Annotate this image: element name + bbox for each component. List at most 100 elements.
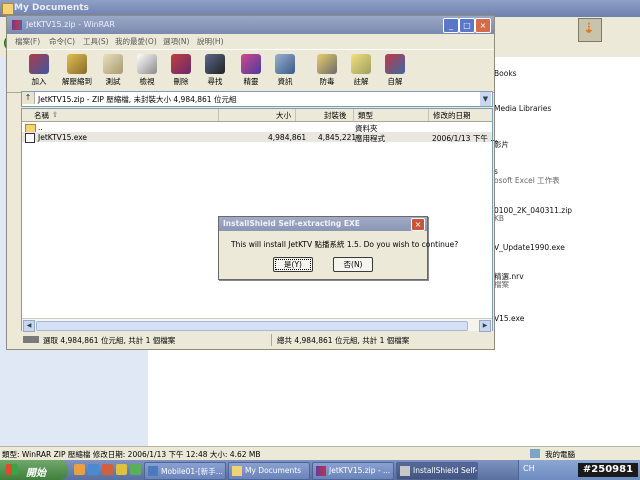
sfx-icon xyxy=(385,54,405,74)
cell-modified: 2006/1/13 下午 ... xyxy=(432,134,498,143)
quicklaunch-icon[interactable] xyxy=(102,464,113,475)
sort-up-icon: ⇧ xyxy=(52,110,59,119)
no-button[interactable]: 否(N) xyxy=(333,257,373,272)
folder-icon xyxy=(2,3,14,15)
file-item[interactable]: Books xyxy=(494,69,517,78)
delete-button[interactable]: 刪除 xyxy=(163,52,199,90)
wizard-icon xyxy=(241,54,261,74)
quicklaunch-icon[interactable] xyxy=(116,464,127,475)
archive-path-text: JetKTV15.zip - ZIP 壓縮檔, 未封裝大小 4,984,861 … xyxy=(38,95,237,104)
quicklaunch-icon[interactable] xyxy=(74,464,85,475)
chevron-down-icon: ⇣ xyxy=(583,21,595,37)
find-button[interactable]: 尋找 xyxy=(197,52,233,90)
scroll-right-icon[interactable]: ▶ xyxy=(479,320,491,332)
menu-tools[interactable]: 工具(S) xyxy=(83,36,109,47)
column-packed[interactable]: 封裝後 xyxy=(324,110,347,121)
ime-indicator[interactable]: CH xyxy=(523,464,535,473)
menu-command[interactable]: 命令(C) xyxy=(49,36,75,47)
virus-scan-button[interactable]: 防毒 xyxy=(309,52,345,90)
winrar-title: JetKTV15.zip - WinRAR xyxy=(26,20,115,29)
column-divider[interactable] xyxy=(353,109,354,121)
column-modified[interactable]: 修改的日期 xyxy=(433,110,471,121)
add-icon xyxy=(29,54,49,74)
cell-name: JetKTV15.exe xyxy=(38,133,88,142)
status-divider xyxy=(271,334,272,346)
start-label: 開始 xyxy=(26,468,46,479)
cell-packed: 4,845,221 xyxy=(318,133,357,142)
minimize-button[interactable]: _ xyxy=(443,18,459,33)
view-icon xyxy=(137,54,157,74)
status-text: 類型: WinRAR ZIP 壓縮檔 修改日期: 2006/1/13 下午 12… xyxy=(2,450,261,459)
winrar-window: JetKTV15.zip - WinRAR _ □ × 檔案(F) 命令(C) … xyxy=(6,15,497,350)
windows-logo-icon xyxy=(6,464,18,475)
column-size[interactable]: 大小 xyxy=(276,110,291,121)
wizard-button[interactable]: 精靈 xyxy=(233,52,269,90)
dialog-message: This will install JetKTV 點播系統 1.5. Do yo… xyxy=(231,240,459,249)
view-button[interactable]: 檢視 xyxy=(129,52,165,90)
dialog-titlebar[interactable]: InstallShield Self-extracting EXE × xyxy=(219,217,427,231)
explorer-statusbar: 類型: WinRAR ZIP 壓縮檔 修改日期: 2006/1/13 下午 12… xyxy=(0,446,640,461)
column-divider[interactable] xyxy=(428,109,429,121)
list-header: 名稱 ⇧ 大小 封裝後 類型 修改的日期 xyxy=(22,109,492,122)
scroll-thumb[interactable] xyxy=(36,321,468,331)
watermark-label: #250981 xyxy=(578,463,638,477)
winrar-menubar: 檔案(F) 命令(C) 工具(S) 我的最愛(O) 選項(N) 說明(H) xyxy=(7,34,494,48)
file-item-detail: KB xyxy=(494,214,505,223)
close-button[interactable]: × xyxy=(475,18,491,33)
task-installshield[interactable]: InstallShield Self-... xyxy=(396,462,478,480)
column-divider[interactable] xyxy=(218,109,219,121)
file-item[interactable]: V_Update1990.exe xyxy=(494,243,565,252)
close-button[interactable]: × xyxy=(411,218,425,231)
menu-options[interactable]: 選項(N) xyxy=(163,36,189,47)
column-type[interactable]: 類型 xyxy=(358,110,373,121)
sfx-button[interactable]: 自解 xyxy=(377,52,413,90)
scroll-left-icon[interactable]: ◀ xyxy=(23,320,35,332)
file-item[interactable]: Media Libraries xyxy=(494,104,551,113)
folder-icon xyxy=(232,466,242,476)
exe-file-icon xyxy=(25,133,35,143)
yes-button[interactable]: 是(Y) xyxy=(273,257,313,272)
task-my-documents[interactable]: My Documents xyxy=(228,462,310,480)
cell-name: .. xyxy=(38,123,43,132)
table-row[interactable]: .. 資料夾 xyxy=(22,122,492,133)
comment-icon xyxy=(351,54,371,74)
cell-size: 4,984,861 xyxy=(268,133,307,142)
binoculars-icon xyxy=(205,54,225,74)
column-name[interactable]: 名稱 xyxy=(34,110,49,121)
archive-path-bar: ↑ JetKTV15.zip - ZIP 壓縮檔, 未封裝大小 4,984,86… xyxy=(21,91,493,107)
my-documents-title: My Documents xyxy=(14,3,89,13)
up-folder-icon[interactable]: ↑ xyxy=(22,92,35,104)
selection-status: 選取 4,984,861 位元組, 共計 1 個檔案 xyxy=(43,336,176,345)
chevron-down-icon[interactable]: ▼ xyxy=(480,92,491,106)
explorer-go-button[interactable]: ⇣ xyxy=(578,18,602,42)
menu-help[interactable]: 說明(H) xyxy=(197,36,224,47)
test-icon xyxy=(103,54,123,74)
status-location: 我的電腦 xyxy=(545,450,575,459)
installshield-dialog: InstallShield Self-extracting EXE × This… xyxy=(218,216,458,280)
quicklaunch-icon[interactable] xyxy=(130,464,141,475)
info-button[interactable]: 資訊 xyxy=(267,52,303,90)
winrar-titlebar[interactable]: JetKTV15.zip - WinRAR _ □ × xyxy=(7,16,494,34)
extract-to-button[interactable]: 解壓縮到 xyxy=(59,52,95,90)
maximize-button[interactable]: □ xyxy=(459,18,475,33)
dialog-title: InstallShield Self-extracting EXE xyxy=(223,219,360,228)
browser-icon xyxy=(148,466,158,476)
quicklaunch-icon[interactable] xyxy=(88,464,99,475)
file-item[interactable]: 0100_2K_040311.zip xyxy=(494,206,572,215)
task-winrar[interactable]: JetKTV15.zip - ... xyxy=(312,462,394,480)
start-button[interactable]: 開始 xyxy=(0,460,68,480)
task-mobile01[interactable]: Mobile01-[新手... xyxy=(144,462,226,480)
comment-button[interactable]: 註解 xyxy=(343,52,379,90)
menu-file[interactable]: 檔案(F) xyxy=(15,36,40,47)
test-button[interactable]: 測試 xyxy=(95,52,131,90)
file-item[interactable]: V15.exe xyxy=(494,314,524,323)
menu-favorites[interactable]: 我的最愛(O) xyxy=(115,36,157,47)
table-row[interactable]: JetKTV15.exe 4,984,861 4,845,221 應用程式 20… xyxy=(22,132,497,143)
computer-icon xyxy=(530,449,540,458)
file-item-detail: osoft Excel 工作表 xyxy=(494,176,560,185)
column-divider[interactable] xyxy=(295,109,296,121)
total-status: 總共 4,984,861 位元組, 共計 1 個檔案 xyxy=(277,336,410,345)
horizontal-scrollbar[interactable]: ◀ ▶ xyxy=(22,318,492,332)
installer-icon xyxy=(400,466,410,476)
add-button[interactable]: 加入 xyxy=(21,52,57,90)
